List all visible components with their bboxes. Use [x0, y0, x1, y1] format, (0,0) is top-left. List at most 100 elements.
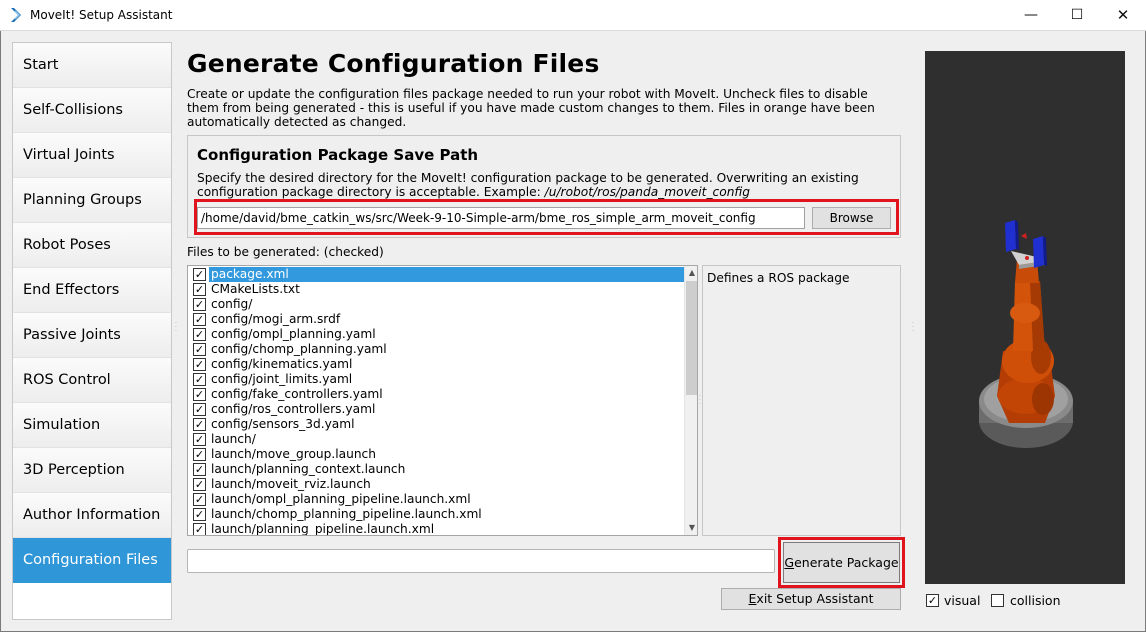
- file-checkbox[interactable]: ✓: [193, 388, 206, 401]
- file-name: launch/planning_context.launch: [211, 462, 406, 476]
- file-name: config/ompl_planning.yaml: [211, 327, 376, 341]
- progress-bar: [187, 549, 775, 573]
- save-path-description: Specify the desired directory for the Mo…: [197, 171, 887, 199]
- files-label: Files to be generated: (checked): [187, 245, 384, 259]
- close-button[interactable]: ✕: [1100, 0, 1146, 31]
- file-name: config/mogi_arm.srdf: [211, 312, 341, 326]
- file-row[interactable]: ✓ config/ompl_planning.yaml: [189, 327, 684, 342]
- sidebar-item-configuration-files[interactable]: Configuration Files: [13, 538, 171, 583]
- file-name: config/sensors_3d.yaml: [211, 417, 355, 431]
- moveit-logo-icon: [11, 8, 21, 22]
- file-list-scrollbar[interactable]: ▲ ▼: [684, 266, 697, 535]
- save-path-example: /u/robot/ros/panda_moveit_config: [544, 185, 751, 199]
- visual-label: visual: [944, 593, 981, 608]
- file-row[interactable]: ✓ package.xml: [189, 267, 685, 282]
- file-checkbox[interactable]: ✓: [193, 523, 206, 535]
- file-row[interactable]: ✓ launch/chomp_planning_pipeline.launch.x…: [189, 507, 684, 522]
- scroll-down-arrow-icon[interactable]: ▼: [685, 521, 697, 535]
- file-row[interactable]: ✓ config/fake_controllers.yaml: [189, 387, 684, 402]
- robot-3d-viewport[interactable]: [925, 51, 1125, 584]
- file-row[interactable]: ✓ config/mogi_arm.srdf: [189, 312, 684, 327]
- file-checkbox[interactable]: ✓: [193, 508, 206, 521]
- save-path-title: Configuration Package Save Path: [197, 146, 479, 164]
- file-description-panel: Defines a ROS package: [702, 265, 901, 536]
- file-checkbox[interactable]: ✓: [193, 433, 206, 446]
- save-path-description-text: Specify the desired directory for the Mo…: [197, 171, 859, 199]
- file-checkbox[interactable]: ✓: [193, 493, 206, 506]
- file-row[interactable]: ✓ CMakeLists.txt: [189, 282, 684, 297]
- file-name: launch/chomp_planning_pipeline.launch.xm…: [211, 507, 482, 521]
- file-checkbox[interactable]: ✓: [193, 358, 206, 371]
- file-row[interactable]: ✓ config/chomp_planning.yaml: [189, 342, 684, 357]
- file-row[interactable]: ✓ config/joint_limits.yaml: [189, 372, 684, 387]
- generate-label: Generate Package: [784, 555, 899, 570]
- file-row[interactable]: ✓ config/kinematics.yaml: [189, 357, 684, 372]
- sidebar-item-self-collisions[interactable]: Self-Collisions: [13, 88, 171, 133]
- file-name: config/joint_limits.yaml: [211, 372, 353, 386]
- file-checkbox[interactable]: ✓: [193, 298, 206, 311]
- sidebar-item-simulation[interactable]: Simulation: [13, 403, 171, 448]
- visual-checkbox[interactable]: ✓: [926, 594, 939, 607]
- scroll-up-arrow-icon[interactable]: ▲: [685, 266, 697, 280]
- exit-label: Exit Setup Assistant: [748, 591, 874, 606]
- sidebar-item-planning-groups[interactable]: Planning Groups: [13, 178, 171, 223]
- file-checkbox[interactable]: ✓: [193, 403, 206, 416]
- file-checkbox[interactable]: ✓: [193, 448, 206, 461]
- file-row[interactable]: ✓ launch/planning_pipeline.launch.xml: [189, 522, 684, 536]
- file-name: config/ros_controllers.yaml: [211, 402, 376, 416]
- file-name: launch/planning_pipeline.launch.xml: [211, 522, 435, 536]
- right-splitter-handle[interactable]: · · ·: [912, 321, 915, 335]
- page-title: Generate Configuration Files: [187, 49, 600, 78]
- generate-package-button[interactable]: Generate Package: [783, 542, 900, 583]
- save-path-input[interactable]: [197, 207, 805, 229]
- file-row[interactable]: ✓ launch/move_group.launch: [189, 447, 684, 462]
- file-checkbox[interactable]: ✓: [193, 268, 206, 281]
- browse-button[interactable]: Browse: [812, 207, 891, 229]
- file-name: CMakeLists.txt: [211, 282, 300, 296]
- left-splitter-handle[interactable]: · · ·: [175, 321, 178, 335]
- sidebar-item-author-information[interactable]: Author Information: [13, 493, 171, 538]
- file-row[interactable]: ✓ launch/: [189, 432, 684, 447]
- file-name: config/chomp_planning.yaml: [211, 342, 387, 356]
- maximize-button[interactable]: ☐: [1054, 0, 1100, 31]
- file-name: launch/moveit_rviz.launch: [211, 477, 371, 491]
- sidebar-item-passive-joints[interactable]: Passive Joints: [13, 313, 171, 358]
- file-checkbox[interactable]: ✓: [193, 313, 206, 326]
- file-row[interactable]: ✓ config/sensors_3d.yaml: [189, 417, 684, 432]
- file-name: launch/move_group.launch: [211, 447, 376, 461]
- file-checkbox[interactable]: ✓: [193, 373, 206, 386]
- file-checkbox[interactable]: ✓: [193, 463, 206, 476]
- file-list[interactable]: ✓ launch/planning_pipeline.launch.xml ✓ lau…: [187, 265, 698, 536]
- file-name: launch/ompl_planning_pipeline.launch.xml: [211, 492, 471, 506]
- file-checkbox[interactable]: ✓: [193, 328, 206, 341]
- file-checkbox[interactable]: ✓: [193, 283, 206, 296]
- sidebar-item-3d-perception[interactable]: 3D Perception: [13, 448, 171, 493]
- collision-checkbox[interactable]: [991, 594, 1004, 607]
- sidebar-item-robot-poses[interactable]: Robot Poses: [13, 223, 171, 268]
- page-description: Create or update the configuration files…: [187, 87, 875, 129]
- file-name: package.xml: [211, 267, 685, 282]
- sidebar-item-start[interactable]: Start: [13, 43, 171, 88]
- file-row[interactable]: ✓ launch/moveit_rviz.launch: [189, 477, 684, 492]
- file-checkbox[interactable]: ✓: [193, 478, 206, 491]
- file-row[interactable]: ✓ launch/planning_context.launch: [189, 462, 684, 477]
- file-row[interactable]: ✓ config/: [189, 297, 684, 312]
- exit-setup-assistant-button[interactable]: Exit Setup Assistant: [721, 588, 901, 610]
- sidebar-item-virtual-joints[interactable]: Virtual Joints: [13, 133, 171, 178]
- minimize-button[interactable]: —: [1008, 0, 1054, 31]
- file-name: config/kinematics.yaml: [211, 357, 353, 371]
- file-name: launch/: [211, 432, 256, 446]
- sidebar-item-ros-control[interactable]: ROS Control: [13, 358, 171, 403]
- navigation-sidebar: Start Self-Collisions Virtual Joints Planni…: [12, 42, 172, 620]
- file-name: config/fake_controllers.yaml: [211, 387, 383, 401]
- file-row[interactable]: ✓ config/ros_controllers.yaml: [189, 402, 684, 417]
- file-checkbox[interactable]: ✓: [193, 343, 206, 356]
- file-name: config/: [211, 297, 253, 311]
- scroll-thumb[interactable]: [686, 281, 697, 395]
- sidebar-item-end-effectors[interactable]: End Effectors: [13, 268, 171, 313]
- collision-label: collision: [1010, 593, 1061, 608]
- file-row[interactable]: ✓ launch/ompl_planning_pipeline.launch.xm…: [189, 492, 684, 507]
- file-checkbox[interactable]: ✓: [193, 418, 206, 431]
- robot-model-render: [979, 220, 1073, 448]
- splitter-handle[interactable]: · · ·: [699, 394, 702, 408]
